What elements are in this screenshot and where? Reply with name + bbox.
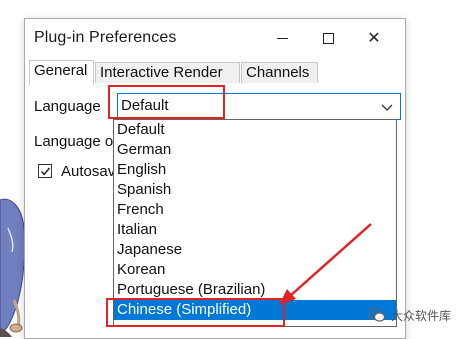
dropdown-option-german[interactable]: German [114,140,396,160]
dropdown-option-spanish[interactable]: Spanish [114,180,396,200]
language-label: Language [34,98,101,115]
close-button[interactable]: ✕ [351,19,397,57]
dropdown-option-default[interactable]: Default [114,120,396,140]
watermark: 大众软件库 [368,304,451,326]
tab-interactive-render[interactable]: Interactive Render [95,62,240,83]
dropdown-option-english[interactable]: English [114,160,396,180]
dropdown-option-japanese[interactable]: Japanese [114,240,396,260]
tab-channels[interactable]: Channels [241,62,318,83]
window-title: Plug-in Preferences [34,29,177,46]
chevron-down-icon [381,104,393,111]
dropdown-option-italian[interactable]: Italian [114,220,396,240]
watermark-text: 大众软件库 [391,308,452,323]
language-secondary-label: Language o [34,133,114,150]
close-icon: ✕ [367,30,381,47]
dropdown-option-portuguese-brazilian[interactable]: Portuguese (Brazilian) [114,280,396,300]
tab-general[interactable]: General [29,60,94,85]
annotation-highlight-chinese-option [106,298,285,327]
dropdown-option-korean[interactable]: Korean [114,260,396,280]
autosave-checkbox[interactable] [38,164,52,178]
language-dropdown-list: Default German English Spanish French It… [113,119,397,327]
annotation-highlight-language-select [108,85,225,119]
tab-strip: General Interactive Render Channels [29,60,401,85]
checkmark-icon [40,167,51,176]
autosave-label: Autosav [61,163,116,180]
dropdown-option-french[interactable]: French [114,200,396,220]
maximize-button[interactable] [305,19,351,57]
minimize-icon [276,37,288,39]
wechat-icon [368,307,386,322]
minimize-button[interactable] [259,19,305,57]
maximize-icon [322,32,334,44]
title-bar[interactable]: Plug-in Preferences ✕ [25,19,405,57]
